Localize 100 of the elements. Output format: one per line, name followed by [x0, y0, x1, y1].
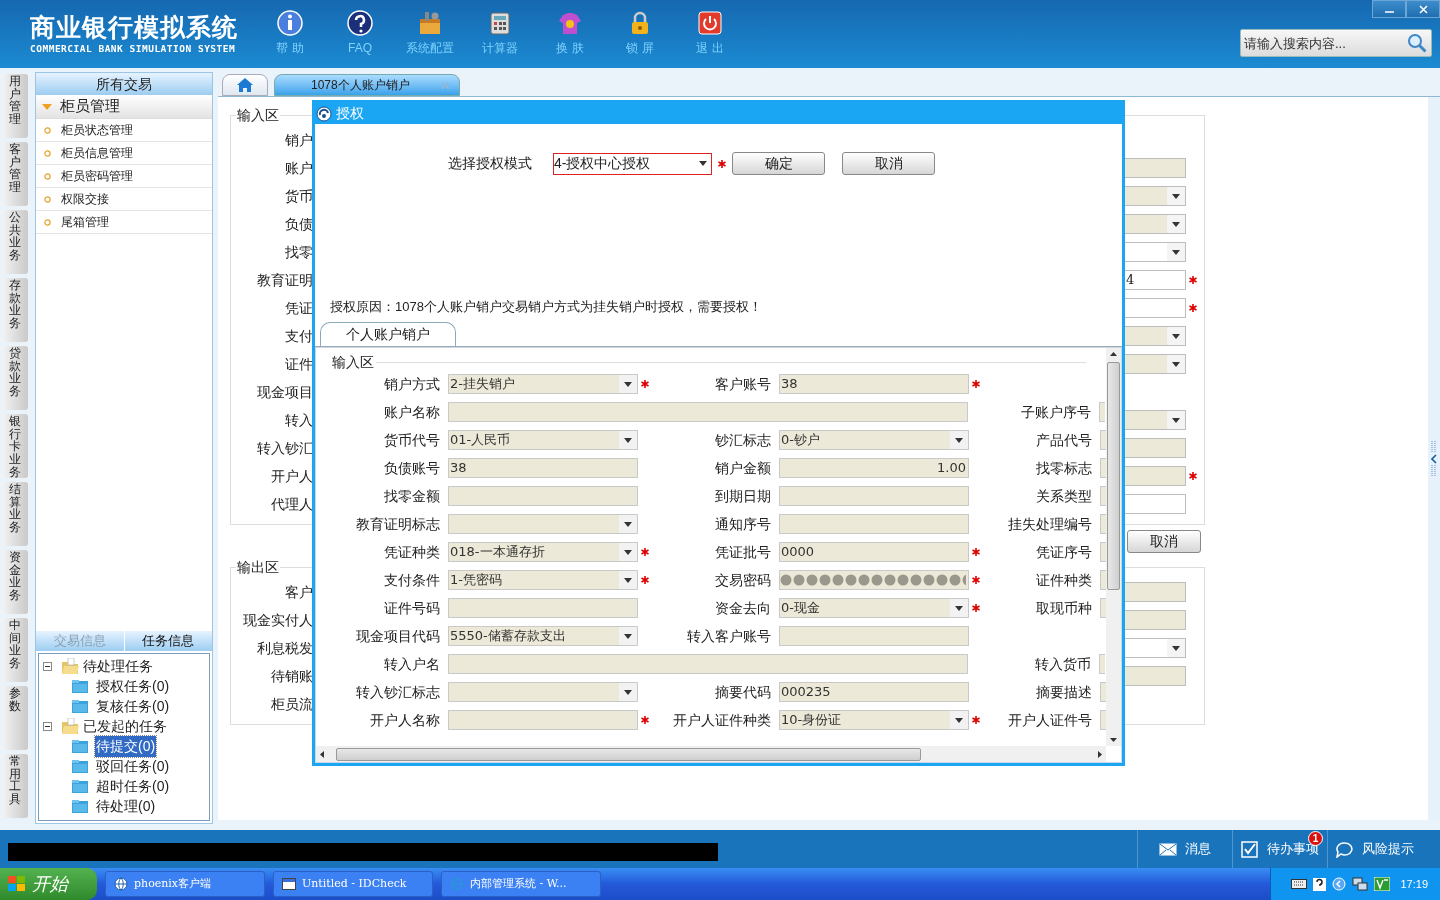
- dropdown[interactable]: [1124, 186, 1186, 206]
- text-field[interactable]: [1100, 682, 1106, 702]
- tree-item[interactable]: 待提交(0): [95, 735, 157, 757]
- tree-item[interactable]: 待处理(0): [95, 795, 157, 817]
- text-field[interactable]: [1100, 458, 1106, 478]
- text-field[interactable]: [1124, 582, 1186, 602]
- panel-tab[interactable]: 任务信息: [124, 631, 212, 651]
- text-field[interactable]: [1124, 466, 1186, 486]
- nav-item[interactable]: 柜员状态管理: [36, 119, 212, 142]
- horizontal-scrollbar[interactable]: [316, 746, 1106, 762]
- dropdown[interactable]: [1124, 354, 1186, 374]
- text-field[interactable]: 1.00: [779, 458, 969, 478]
- dropdown[interactable]: 4-授权中心授权: [553, 152, 712, 175]
- nav-item[interactable]: 柜员密码管理: [36, 165, 212, 188]
- cancel-button[interactable]: 取消: [842, 152, 935, 175]
- side-tab[interactable]: 参数: [2, 686, 28, 750]
- tree-item[interactable]: 复核任务(0): [95, 695, 171, 717]
- nav-group[interactable]: 柜员管理: [36, 95, 212, 119]
- dropdown[interactable]: [1124, 242, 1186, 262]
- caret-icon: [1172, 333, 1180, 339]
- text-field[interactable]: [1099, 654, 1105, 674]
- text-field[interactable]: [1124, 610, 1186, 630]
- text-field[interactable]: [448, 486, 638, 506]
- dropdown[interactable]: 1-凭密码: [448, 570, 638, 590]
- text-field[interactable]: [779, 486, 969, 506]
- chevron-icon: [1332, 877, 1347, 891]
- text-field[interactable]: [1124, 298, 1186, 318]
- form-tab[interactable]: 个人账户销户: [320, 322, 456, 346]
- taskbar-button[interactable]: phoenix客户端: [105, 871, 265, 897]
- side-tab[interactable]: 中间业务: [2, 618, 28, 682]
- text-field[interactable]: [1100, 514, 1106, 534]
- side-tab[interactable]: 用户管理: [2, 74, 28, 138]
- home-tab[interactable]: [222, 74, 268, 96]
- document-tab[interactable]: 1078个人账户销户: [274, 74, 460, 96]
- text-field[interactable]: [448, 710, 638, 730]
- dropdown[interactable]: [1124, 326, 1186, 346]
- text-field[interactable]: [1124, 438, 1186, 458]
- side-tab[interactable]: 银行卡业务: [2, 414, 28, 478]
- text-field[interactable]: 4: [1124, 270, 1186, 290]
- close-button[interactable]: [1406, 0, 1440, 18]
- text-field[interactable]: 000235: [779, 682, 969, 702]
- tree-item[interactable]: 已发起的任务: [82, 715, 168, 737]
- search-field[interactable]: 请输入搜索内容...: [1240, 29, 1432, 57]
- field-label: 证件: [284, 354, 313, 374]
- dropdown[interactable]: [1124, 638, 1186, 658]
- bullet-icon: [44, 126, 51, 134]
- text-field[interactable]: [1100, 430, 1106, 450]
- text-field[interactable]: [1100, 542, 1106, 562]
- text-field[interactable]: [1100, 486, 1106, 506]
- nav-item[interactable]: 柜员信息管理: [36, 142, 212, 165]
- taskbar-button[interactable]: Untitled - IDCheck: [273, 871, 433, 897]
- tree-item[interactable]: 待处理任务: [82, 655, 154, 677]
- text-field[interactable]: [1099, 402, 1105, 422]
- text-field[interactable]: [1124, 494, 1186, 514]
- text-field[interactable]: 38: [448, 458, 638, 478]
- dropdown[interactable]: [448, 514, 638, 534]
- side-tab[interactable]: 客户管理: [2, 142, 28, 206]
- dropdown[interactable]: [448, 682, 638, 702]
- dropdown[interactable]: 01-人民币: [448, 430, 638, 450]
- dropdown[interactable]: [1124, 410, 1186, 430]
- tree-item[interactable]: 驳回任务(0): [95, 755, 171, 777]
- side-tab[interactable]: 资金业务: [2, 550, 28, 614]
- field-label: 现金项目: [256, 382, 313, 402]
- password-field[interactable]: [779, 570, 969, 590]
- side-tab[interactable]: 贷款业务: [2, 346, 28, 410]
- text-field[interactable]: [1100, 598, 1106, 618]
- dropdown[interactable]: 0-现金: [779, 598, 969, 618]
- field-label: 代理人: [270, 494, 313, 514]
- dropdown[interactable]: 10-身份证: [779, 710, 969, 730]
- dropdown[interactable]: 018-一本通存折: [448, 542, 638, 562]
- tree-item[interactable]: 超时任务(0): [95, 775, 171, 797]
- dropdown[interactable]: 0-钞户: [779, 430, 969, 450]
- text-field[interactable]: 0000: [779, 542, 969, 562]
- nav-item[interactable]: 尾箱管理: [36, 211, 212, 234]
- side-tab[interactable]: 结算业务: [2, 482, 28, 546]
- side-tab[interactable]: 存款业务: [2, 278, 28, 342]
- text-field[interactable]: [1100, 710, 1106, 730]
- dropdown[interactable]: 2-挂失销户: [448, 374, 638, 394]
- text-field[interactable]: [1100, 570, 1106, 590]
- text-field[interactable]: [448, 402, 968, 422]
- confirm-button[interactable]: 确定: [732, 152, 825, 175]
- help-icon: [1313, 877, 1327, 891]
- vertical-scrollbar[interactable]: [1106, 348, 1121, 746]
- text-field[interactable]: 38: [779, 374, 969, 394]
- taskbar-button[interactable]: 内部管理系统 - W...: [441, 871, 601, 897]
- text-field[interactable]: [448, 598, 638, 618]
- dropdown[interactable]: [1124, 214, 1186, 234]
- side-tab[interactable]: 公共业务: [2, 210, 28, 274]
- dropdown[interactable]: 5550-储蓄存款支出: [448, 626, 638, 646]
- cancel-button[interactable]: 取消: [1127, 530, 1201, 553]
- text-field[interactable]: [448, 654, 968, 674]
- nav-item[interactable]: 权限交接: [36, 188, 212, 211]
- side-tab[interactable]: 常用工具: [2, 754, 28, 818]
- text-field[interactable]: [1124, 158, 1186, 178]
- field-label: 利息税发: [256, 638, 313, 658]
- minimize-button[interactable]: [1372, 0, 1406, 18]
- text-field[interactable]: [779, 514, 969, 534]
- text-field[interactable]: [1124, 666, 1186, 686]
- tree-item[interactable]: 授权任务(0): [95, 675, 171, 697]
- text-field[interactable]: [779, 626, 969, 646]
